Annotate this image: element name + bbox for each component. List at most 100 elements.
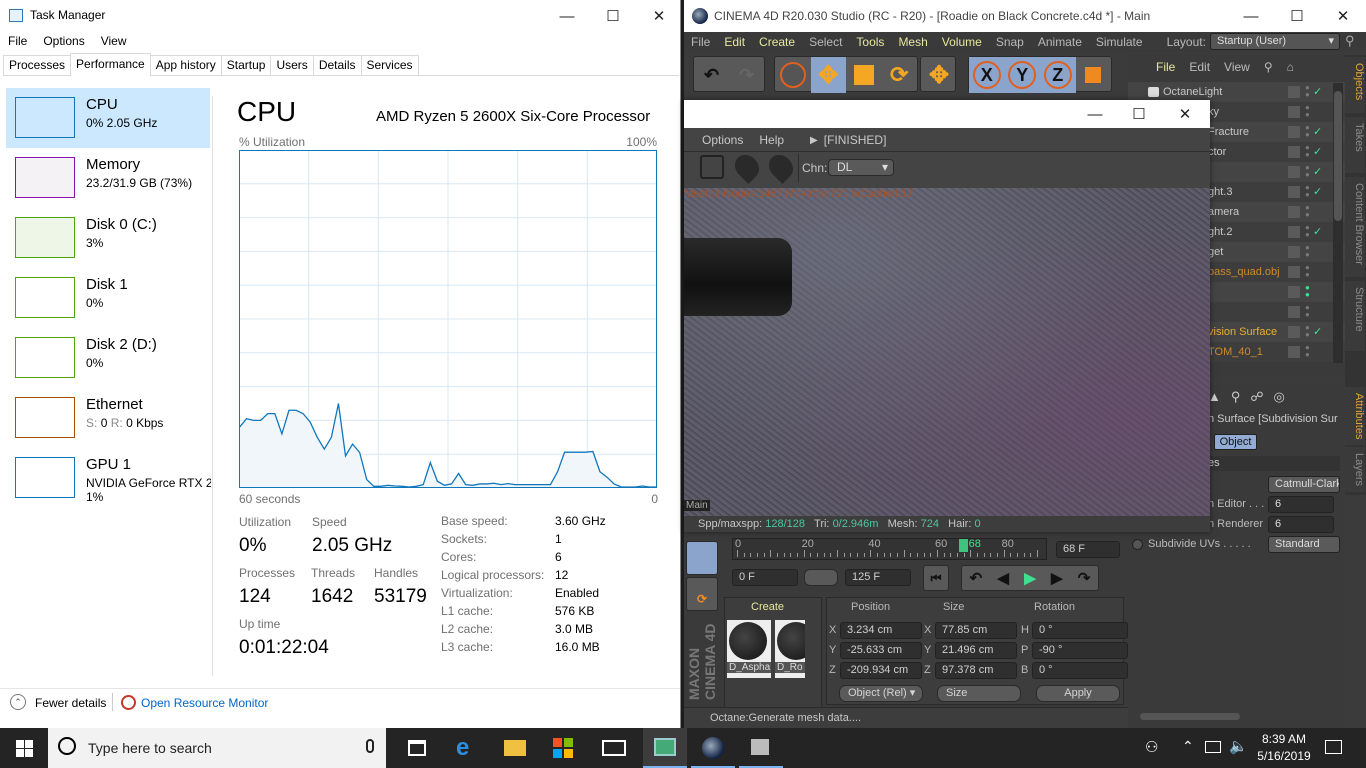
redo-icon[interactable]: ↷	[729, 57, 764, 93]
visibility-tag-icon[interactable]	[1288, 346, 1300, 358]
next-key-icon[interactable]: ↷	[1078, 569, 1091, 587]
action-center-icon[interactable]	[1325, 740, 1342, 754]
objects-menu-edit[interactable]: Edit	[1189, 60, 1210, 74]
edge-browser-icon[interactable]: e	[456, 734, 469, 762]
tab-users[interactable]: Users	[270, 55, 314, 75]
open-resource-monitor-link[interactable]: Open Resource Monitor	[141, 696, 268, 710]
tab-objects[interactable]: Objects	[1345, 57, 1365, 113]
tab-layers[interactable]: Layers	[1345, 447, 1365, 492]
attribute-number-field[interactable]: 6	[1268, 516, 1334, 533]
menu-edit[interactable]: Edit	[717, 35, 752, 49]
chevron-up-icon[interactable]: ⌃	[10, 694, 26, 710]
rotation-h-field[interactable]: 0 °	[1032, 622, 1128, 639]
visibility-tag-icon[interactable]	[1288, 246, 1300, 258]
visibility-tag-icon[interactable]	[1288, 206, 1300, 218]
tab-processes[interactable]: Processes	[3, 55, 72, 75]
visibility-tag-icon[interactable]	[1288, 146, 1300, 158]
next-frame-icon[interactable]: ▶	[1051, 569, 1063, 587]
rotation-p-field[interactable]: -90 °	[1032, 642, 1128, 659]
previous-key-icon[interactable]: ↶	[970, 569, 983, 587]
visibility-dots-icon[interactable]: ● ●	[1305, 244, 1310, 259]
go-to-start-button[interactable]: ⏮	[923, 565, 949, 591]
sidebar-item-cpu[interactable]: CPU 0% 2.05 GHz	[6, 88, 210, 148]
sidebar-item-disk-1[interactable]: Disk 1 0%	[6, 268, 210, 328]
material-thumbnail[interactable]: D_Aspha	[727, 620, 771, 678]
file-explorer-icon[interactable]	[504, 740, 526, 756]
enabled-check-icon[interactable]: ✓	[1313, 222, 1322, 242]
horizontal-scrollbar[interactable]	[1128, 707, 1345, 728]
menu-simulate[interactable]: Simulate	[1089, 35, 1150, 49]
channel-dropdown[interactable]: DL ▾	[828, 159, 894, 176]
visibility-tag-icon[interactable]	[1288, 326, 1300, 338]
scale-tool-icon[interactable]	[846, 57, 882, 93]
layout-dropdown[interactable]: Startup (User) ▾	[1210, 33, 1340, 50]
title-bar[interactable]: CINEMA 4D R20.030 Studio (RC - R20) - [R…	[684, 0, 1366, 32]
fewer-details-button[interactable]: Fewer details	[35, 696, 106, 710]
z-axis-button[interactable]: Z	[1040, 57, 1076, 93]
expand-arrow-icon[interactable]: ▶	[810, 135, 818, 146]
visibility-dots-icon[interactable]: ● ●	[1305, 104, 1310, 119]
visibility-dots-icon[interactable]: ● ●	[1305, 144, 1310, 159]
tab-structure[interactable]: Structure	[1345, 281, 1365, 351]
visibility-tag-icon[interactable]	[1288, 186, 1300, 198]
timeline-ruler[interactable]: 0 20 40 60 68 80	[732, 538, 1047, 560]
close-button[interactable]: ✕	[1320, 0, 1366, 32]
task-view-icon[interactable]	[408, 740, 426, 756]
tab-takes[interactable]: Takes	[1345, 117, 1365, 173]
tab-app-history[interactable]: App history	[149, 55, 222, 75]
playhead[interactable]	[958, 539, 968, 552]
material-thumbnail[interactable]: D_Ro	[775, 620, 805, 678]
play-icon[interactable]: ▶	[1024, 569, 1036, 587]
sidebar-item-disk-2-d[interactable]: Disk 2 (D:) 0%	[6, 328, 210, 388]
menu-options[interactable]: Options	[35, 33, 92, 49]
sidebar-item-memory[interactable]: Memory 23.2/31.9 GB (73%)	[6, 148, 210, 208]
render-viewport[interactable]: Mesh:3 Nodes:1467 Movable:721 txCached:1…	[684, 188, 1210, 516]
visibility-dots-icon[interactable]: ● ●	[1305, 304, 1310, 319]
clock-time[interactable]: 8:39 AM	[1256, 732, 1312, 746]
sidebar-item-gpu-1[interactable]: GPU 1 NVIDIA GeForce RTX 2071%	[6, 448, 211, 508]
tab-startup[interactable]: Startup	[220, 55, 272, 75]
enabled-check-icon[interactable]: ✓	[1313, 142, 1322, 162]
visibility-tag-icon[interactable]	[1288, 306, 1300, 318]
search-icon[interactable]: ⚲	[1264, 60, 1273, 74]
visibility-tag-icon[interactable]	[1288, 266, 1300, 278]
tab-performance[interactable]: Performance	[70, 53, 151, 76]
title-bar[interactable]: — ☐ ✕	[684, 100, 1210, 128]
chevron-up-icon[interactable]: ⌃	[1182, 738, 1194, 755]
end-frame-field[interactable]: 125 F	[845, 569, 911, 586]
microphone-icon[interactable]	[366, 739, 374, 753]
menu-options[interactable]: Options	[702, 133, 743, 147]
start-frame-field[interactable]: 0 F	[732, 569, 798, 586]
windows-start-icon[interactable]	[16, 740, 33, 757]
visibility-tag-icon[interactable]	[1288, 166, 1300, 178]
menu-view[interactable]: View	[93, 33, 135, 49]
visibility-tag-icon[interactable]	[1288, 286, 1300, 298]
visibility-dots-icon[interactable]: ● ●	[1305, 224, 1310, 239]
size-x-field[interactable]: 77.85 cm	[935, 622, 1017, 639]
region-render-icon[interactable]	[700, 155, 724, 179]
focus-picker-icon[interactable]	[730, 150, 764, 184]
maximize-button[interactable]: ☐	[1116, 98, 1162, 130]
visibility-dots-icon[interactable]: ● ●	[1305, 164, 1310, 179]
visibility-tag-icon[interactable]	[1288, 86, 1300, 98]
app-taskbar-button[interactable]	[739, 728, 783, 768]
coordinate-system-icon[interactable]	[1076, 57, 1112, 93]
store-icon[interactable]	[553, 738, 573, 758]
menu-animate[interactable]: Animate	[1031, 35, 1089, 49]
people-icon[interactable]: ⚇	[1145, 738, 1158, 756]
coordinate-mode-dropdown[interactable]: Object (Rel) ▾	[839, 685, 923, 702]
tab-object[interactable]: Object	[1214, 434, 1257, 450]
clock-date[interactable]: 5/16/2019	[1252, 749, 1316, 763]
close-button[interactable]: ✕	[1162, 98, 1208, 130]
sidebar-item-ethernet[interactable]: Ethernet S: 0 R: 0 Kbps	[6, 388, 210, 448]
maximize-button[interactable]: ☐	[1274, 0, 1320, 32]
enabled-check-icon[interactable]: ✓	[1313, 162, 1322, 182]
size-z-field[interactable]: 97.378 cm	[935, 662, 1017, 679]
radio-button[interactable]	[1132, 539, 1143, 550]
visibility-tag-icon[interactable]	[1288, 106, 1300, 118]
title-bar[interactable]: Task Manager — ☐ ✕	[0, 0, 680, 32]
visibility-tag-icon[interactable]	[1288, 226, 1300, 238]
menu-volume[interactable]: Volume	[935, 35, 989, 49]
apply-button[interactable]: Apply	[1036, 685, 1120, 702]
menu-help[interactable]: Help	[759, 133, 784, 147]
